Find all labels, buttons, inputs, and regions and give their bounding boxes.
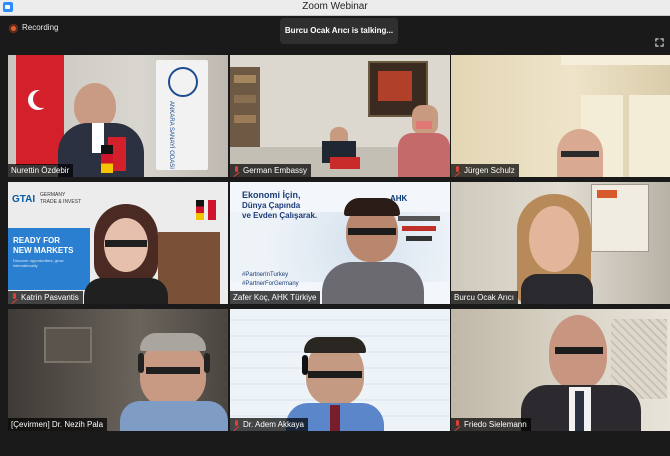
sponsor-logo: [402, 226, 436, 231]
participant-name: Friedo Sielemann: [464, 420, 527, 429]
glasses: [308, 371, 362, 378]
ceiling-molding: [561, 55, 670, 65]
video-tile-katrin-pasvantis[interactable]: GTAI GERMANY TRADE & INVEST READY FOR NE…: [8, 182, 228, 304]
glasses: [105, 240, 147, 247]
participant-name: Burcu Ocak Arıcı: [454, 293, 515, 302]
participant-nameplate: Jürgen Schulz: [451, 164, 519, 177]
person-top: [521, 274, 593, 304]
gtai-poster-line-2: NEW MARKETS: [13, 246, 74, 255]
participant-name: Jürgen Schulz: [464, 166, 515, 175]
participant-nameplate: Burcu Ocak Arıcı: [451, 291, 519, 304]
mic-muted-icon: [233, 420, 240, 429]
desk-flag-germany: [101, 145, 113, 173]
participant-name: Zafer Koç, AHK Türkiye: [233, 293, 317, 302]
turkish-flag: [16, 55, 64, 165]
red-chair: [330, 157, 360, 169]
flag-germany: [196, 200, 204, 220]
headset-icon: [204, 353, 210, 373]
ahk-headline-3: ve Evden Çalışarak.: [242, 211, 318, 220]
sponsor-logo: [406, 236, 432, 241]
active-speaker-toast: Burcu Ocak Arıcı is talking...: [280, 18, 398, 44]
fullscreen-icon[interactable]: [655, 38, 664, 47]
participant-name: Nurettin Özdebir: [11, 166, 70, 175]
person-sweater: [398, 133, 450, 177]
video-tile-friedo-sielemann[interactable]: Friedo Sielemann: [451, 309, 670, 431]
participant-nameplate: Katrin Pasvantis: [8, 291, 83, 304]
recording-label: Recording: [22, 23, 59, 32]
participant-name: German Embassy: [243, 166, 308, 175]
video-tile-jurgen-schulz[interactable]: Jürgen Schulz: [451, 55, 670, 177]
gtai-poster-line-1: READY FOR: [13, 236, 60, 245]
video-tile-nezih-pala[interactable]: [Çevirmen] Dr. Nezih Pala: [8, 309, 228, 431]
participant-nameplate: Friedo Sielemann: [451, 418, 531, 431]
person-top: [84, 278, 168, 304]
flag-red: [208, 200, 216, 220]
person-tie: [330, 405, 340, 431]
gtai-poster-line-3: Discover opportunities, grow internation…: [13, 258, 64, 268]
gtai-logo: GTAI: [12, 194, 36, 205]
gtai-subtitle-2: TRADE & INVEST: [40, 199, 82, 205]
mic-muted-icon: [454, 420, 461, 429]
headset-icon: [138, 353, 144, 373]
video-tile-zafer-koc[interactable]: Ekonomi İçin, Dünya Çapında ve Evden Çal…: [230, 182, 450, 304]
participant-name: [Çevirmen] Dr. Nezih Pala: [11, 420, 104, 429]
participant-nameplate: German Embassy: [230, 164, 312, 177]
glasses: [561, 151, 599, 157]
shelf-books: [234, 75, 256, 83]
person-hair: [140, 333, 206, 351]
mic-muted-icon: [11, 293, 18, 302]
shelf-books: [234, 95, 256, 103]
window-title: Zoom Webinar: [302, 1, 368, 12]
participant-name: Katrin Pasvantis: [21, 293, 79, 302]
person-shirt: [120, 401, 228, 431]
sponsor-logo: [398, 216, 440, 221]
meeting-bottom-bar: [0, 436, 670, 456]
painting-art: [378, 71, 412, 101]
person-head: [412, 105, 438, 135]
gtai-subtitle-1: GERMANY: [40, 192, 66, 198]
mic-muted-icon: [454, 166, 461, 175]
person-hair: [304, 337, 366, 353]
video-tile-german-embassy[interactable]: German Embassy: [230, 55, 450, 177]
participant-nameplate: Zafer Koç, AHK Türkiye: [230, 291, 321, 304]
person-sweater: [322, 262, 424, 304]
ahk-headline-2: Dünya Çapında: [242, 201, 301, 210]
video-tile-burcu-ocak-arici[interactable]: Burcu Ocak Arıcı: [451, 182, 670, 304]
participant-nameplate: [Çevirmen] Dr. Nezih Pala: [8, 418, 108, 431]
sanayi-banner-text: ANKARA SANAYİ ODASI: [168, 101, 174, 169]
sanayi-logo-icon: [168, 67, 198, 97]
curtain: [629, 95, 670, 177]
person-tie: [575, 391, 584, 431]
glasses: [348, 228, 396, 235]
person-hair: [344, 198, 400, 216]
recording-icon: [9, 24, 18, 33]
flag-crescent-cut: [33, 90, 51, 108]
participant-nameplate: Dr. Adem Akkaya: [230, 418, 308, 431]
ahk-headline-1: Ekonomi İçin,: [242, 190, 301, 200]
video-tile-adem-akkaya[interactable]: Dr. Adem Akkaya: [230, 309, 450, 431]
glasses: [146, 367, 200, 374]
ahk-hashtag-2: #PartnerForGermany: [242, 281, 299, 287]
wall-frame: [44, 327, 92, 363]
glasses: [555, 347, 603, 354]
person-head: [529, 206, 579, 272]
ahk-hashtag-1: #PartnerInTurkey: [242, 272, 289, 278]
shelf-books: [234, 115, 256, 123]
headset-icon: [302, 355, 308, 375]
face-mask: [416, 121, 432, 129]
window-titlebar: Zoom Webinar: [0, 0, 670, 16]
participant-nameplate: Nurettin Özdebir: [8, 164, 74, 177]
mic-muted-icon: [233, 166, 240, 175]
poster-logo: [597, 190, 617, 198]
video-tile-nurettin-ozdebir[interactable]: ANKARA SANAYİ ODASI Nurettin Özdebir: [8, 55, 228, 177]
participant-name: Dr. Adem Akkaya: [243, 420, 304, 429]
